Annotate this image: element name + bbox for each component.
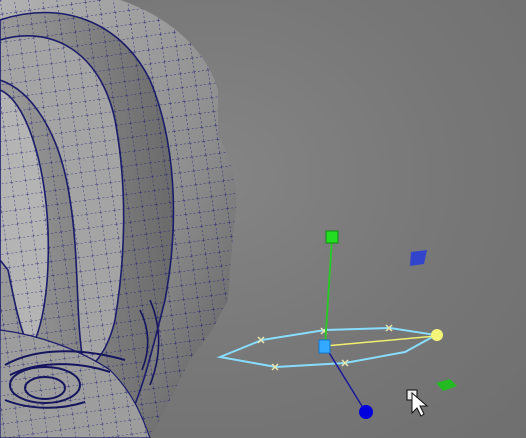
viewport-canvas[interactable] [0, 0, 526, 438]
z-axis-line[interactable] [324, 345, 366, 412]
arrow-cursor-icon [411, 391, 429, 417]
xz-plane-handle[interactable] [436, 379, 457, 391]
x-axis-handle[interactable] [431, 329, 443, 341]
3d-viewport[interactable]: #777777 [0, 0, 526, 438]
y-axis-handle[interactable] [325, 230, 339, 244]
mouse-cursor [406, 389, 429, 417]
z-axis-handle[interactable] [359, 405, 373, 419]
character-head-mesh[interactable] [0, 0, 237, 438]
xy-plane-handle[interactable] [410, 250, 427, 266]
center-handle[interactable] [318, 339, 331, 354]
transform-manipulator[interactable] [216, 230, 457, 419]
